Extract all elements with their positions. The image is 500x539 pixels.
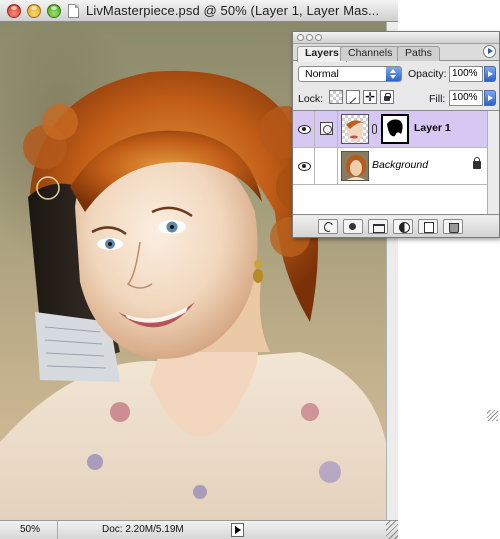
- document-info: Doc: 2.20M/5.19M: [102, 524, 184, 535]
- layer-mask-icon[interactable]: [343, 219, 363, 234]
- new-group-icon[interactable]: [368, 219, 388, 234]
- blend-mode-value: Normal: [305, 68, 339, 80]
- blend-mode-select[interactable]: Normal: [298, 66, 402, 82]
- tab-channels[interactable]: Channels: [340, 46, 401, 61]
- document-title: LivMasterpiece.psd @ 50% (Layer 1, Layer…: [86, 3, 380, 18]
- opacity-field[interactable]: 100%: [449, 66, 483, 82]
- layer-name[interactable]: Layer 1: [414, 122, 451, 134]
- layer-thumbnail[interactable]: [341, 114, 369, 144]
- document-titlebar[interactable]: LivMasterpiece.psd @ 50% (Layer 1, Layer…: [0, 0, 398, 22]
- palette-button-bar: [293, 216, 499, 421]
- mask-link-chain-icon[interactable]: [372, 124, 377, 134]
- layer-name[interactable]: Background: [372, 159, 428, 171]
- palette-minimize-icon[interactable]: [306, 34, 313, 41]
- lock-icon: [473, 157, 481, 169]
- palette-tabs: Layers Channels Paths: [293, 44, 499, 62]
- palette-zoom-icon[interactable]: [315, 34, 322, 41]
- new-layer-icon[interactable]: [418, 219, 438, 234]
- minimize-icon[interactable]: [27, 4, 41, 18]
- document-icon[interactable]: [68, 4, 79, 18]
- lock-image-pixels-icon[interactable]: [346, 90, 360, 104]
- lock-transparency-icon[interactable]: [329, 90, 343, 104]
- layer-mask-thumbnail[interactable]: [381, 114, 409, 144]
- lock-position-icon[interactable]: ✛: [363, 90, 377, 104]
- lock-all-icon[interactable]: [380, 90, 394, 104]
- trash-icon[interactable]: [443, 219, 463, 234]
- zoom-level[interactable]: 50%: [0, 521, 58, 539]
- close-icon[interactable]: [7, 4, 21, 18]
- palette-menu-icon[interactable]: [483, 45, 496, 58]
- adjustment-layer-icon[interactable]: [393, 219, 413, 234]
- layer-link-cell[interactable]: [316, 148, 338, 185]
- opacity-label: Opacity:: [408, 68, 447, 80]
- select-arrows-icon: [386, 67, 401, 81]
- layer-style-icon[interactable]: [318, 219, 338, 234]
- layers-palette: Layers Channels Paths Normal Opacity: 10…: [292, 31, 500, 421]
- lock-label: Lock:: [298, 93, 324, 105]
- tab-paths[interactable]: Paths: [397, 46, 440, 61]
- layer-thumbnail[interactable]: [341, 151, 369, 181]
- fill-label: Fill:: [429, 93, 446, 105]
- opacity-slider-arrow-icon[interactable]: [484, 66, 496, 82]
- layer-row-layer-1[interactable]: Layer 1: [293, 111, 499, 148]
- visibility-eye-icon[interactable]: [293, 111, 315, 148]
- layer-row-background[interactable]: Background: [293, 148, 499, 185]
- palette-close-icon[interactable]: [297, 34, 304, 41]
- palette-titlebar[interactable]: [293, 32, 499, 44]
- visibility-eye-icon[interactable]: [293, 148, 315, 185]
- layer-mask-state-cell[interactable]: [316, 111, 338, 148]
- mask-edit-icon: [320, 122, 333, 135]
- resize-grip-icon[interactable]: [386, 520, 398, 539]
- zoom-icon[interactable]: [47, 4, 61, 18]
- fill-slider-arrow-icon[interactable]: [484, 90, 496, 106]
- layer-list: Layer 1 Background: [293, 110, 499, 215]
- layer-list-scrollbar[interactable]: [487, 111, 499, 214]
- palette-resize-grip-icon[interactable]: [487, 410, 498, 421]
- status-menu-arrow-icon[interactable]: [231, 523, 244, 537]
- fill-field[interactable]: 100%: [449, 90, 483, 106]
- status-bar: 50% Doc: 2.20M/5.19M: [0, 520, 398, 539]
